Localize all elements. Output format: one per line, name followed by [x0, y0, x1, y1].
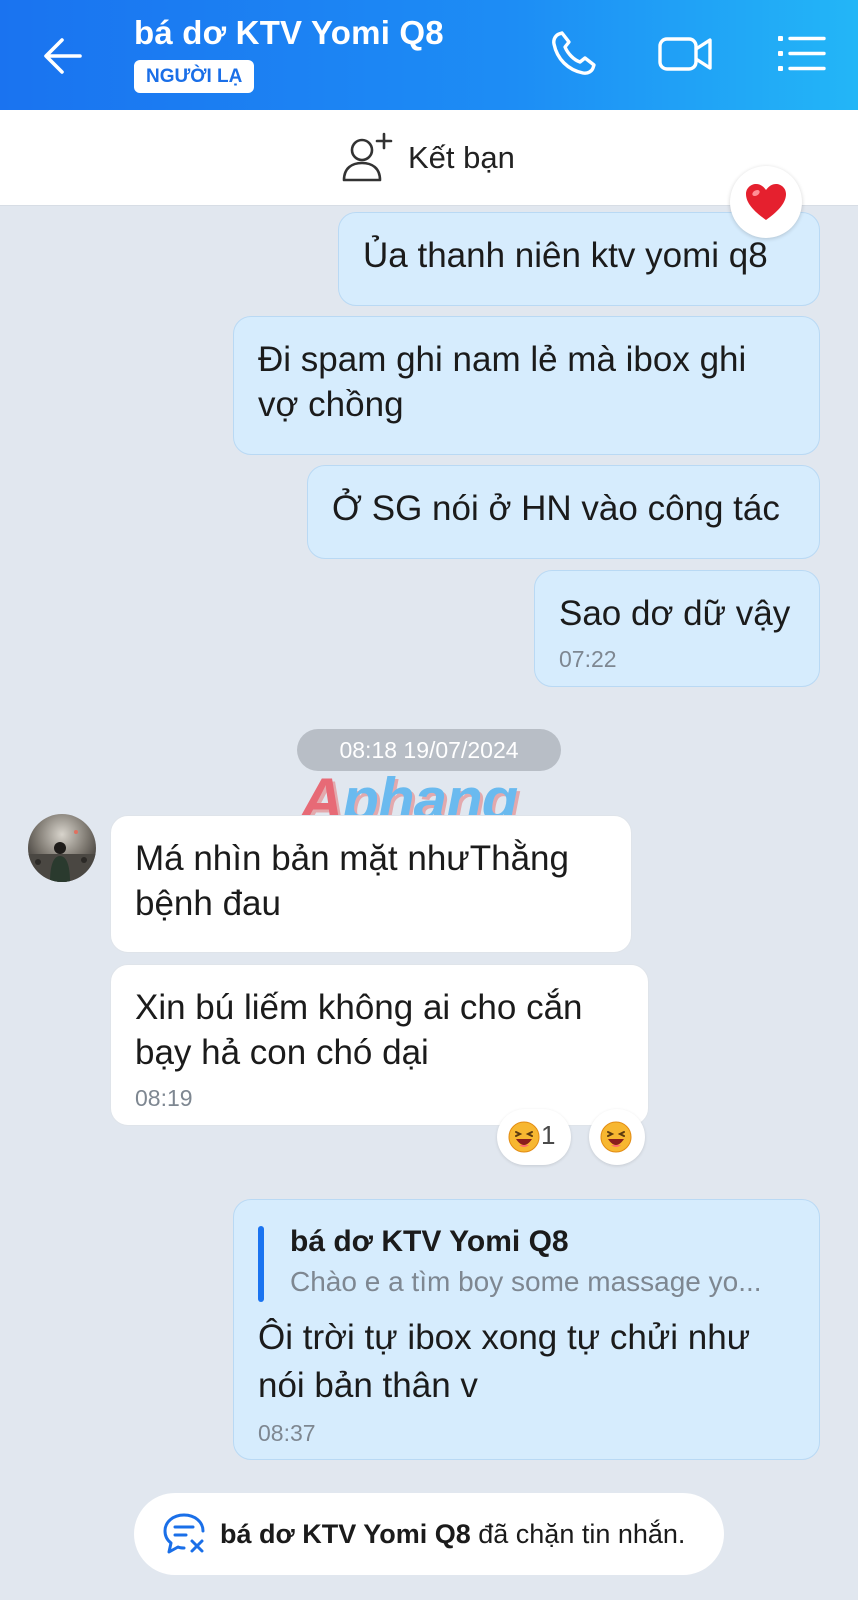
message-time: 07:22 — [559, 646, 617, 672]
quoted-message[interactable]: bá dơ KTV Yomi Q8 Chào e a tìm boy some … — [258, 1222, 795, 1302]
message-text: Sao dơ dữ vậy — [559, 594, 791, 633]
video-call-button[interactable] — [656, 26, 716, 82]
message-time: 08:37 — [258, 1420, 316, 1446]
laughing-emoji-icon — [600, 1121, 632, 1153]
avatar[interactable] — [28, 814, 96, 882]
blocked-user-name: bá dơ KTV Yomi Q8 — [220, 1519, 471, 1549]
message-text: Ủa thanh niên ktv yomi q8 — [363, 236, 768, 275]
message-text: Xin bú liếm không ai cho cắn bạy hả con … — [135, 988, 583, 1072]
video-camera-icon — [658, 37, 712, 71]
voice-call-button[interactable] — [544, 26, 604, 82]
blocked-notice: bá dơ KTV Yomi Q8 đã chặn tin nhắn. — [134, 1493, 724, 1575]
list-menu-icon — [778, 36, 826, 71]
quoted-text: Chào e a tìm boy some massage yo... — [290, 1266, 762, 1297]
message-text: Ở SG nói ở HN vào công tác — [332, 489, 780, 528]
add-reaction-button[interactable] — [589, 1109, 645, 1165]
received-message[interactable]: Xin bú liếm không ai cho cắn bạy hả con … — [110, 964, 649, 1126]
chat-header: bá dơ KTV Yomi Q8 NGƯỜI LẠ — [0, 0, 858, 110]
blocked-text: bá dơ KTV Yomi Q8 đã chặn tin nhắn. — [220, 1515, 685, 1553]
back-button[interactable] — [36, 28, 96, 84]
message-text: Ôi trời tự ibox xong tự chửi như nói bản… — [258, 1318, 751, 1405]
sent-message[interactable]: Đi spam ghi nam lẻ mà ibox ghi vợ chồng — [233, 316, 820, 455]
reaction-summary[interactable]: 1 — [497, 1109, 571, 1165]
laughing-emoji-icon — [508, 1121, 540, 1153]
received-message[interactable]: Má nhìn bản mặt nhưThằng bệnh đau — [110, 815, 632, 953]
heart-icon — [746, 184, 786, 220]
reaction-count: 1 — [541, 1120, 556, 1150]
options-menu-button[interactable] — [772, 26, 832, 82]
add-friend-bar[interactable]: Kết bạn — [0, 110, 858, 206]
stranger-badge: NGƯỜI LẠ — [134, 60, 255, 93]
chat-title[interactable]: bá dơ KTV Yomi Q8 — [134, 14, 444, 52]
add-user-icon — [340, 130, 396, 186]
message-text: Đi spam ghi nam lẻ mà ibox ghi vợ chồng — [258, 340, 747, 424]
sent-message[interactable]: Ở SG nói ở HN vào công tác — [307, 465, 820, 559]
date-divider: 08:18 19/07/2024 — [297, 729, 561, 771]
message-time: 08:19 — [135, 1085, 193, 1111]
quoted-author: bá dơ KTV Yomi Q8 — [290, 1225, 569, 1258]
reply-message[interactable]: bá dơ KTV Yomi Q8 Chào e a tìm boy some … — [233, 1199, 820, 1460]
blocked-chat-icon — [162, 1511, 208, 1557]
phone-icon — [552, 31, 596, 75]
arrow-left-icon — [44, 38, 82, 74]
reaction-badge[interactable] — [730, 166, 802, 238]
quote-bar — [258, 1226, 264, 1302]
blocked-suffix: đã chặn tin nhắn. — [470, 1519, 686, 1549]
sent-message[interactable]: Sao dơ dữ vậy 07:22 — [534, 570, 820, 687]
add-friend-label: Kết bạn — [408, 140, 515, 175]
message-text: Má nhìn bản mặt nhưThằng bệnh đau — [135, 839, 569, 923]
